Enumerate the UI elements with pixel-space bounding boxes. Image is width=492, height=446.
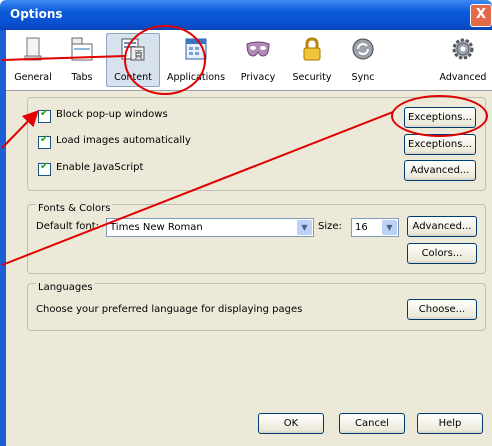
arrow-to-exceptions [1, 111, 394, 266]
arrow-to-content-tab [1, 55, 126, 61]
options-window: Options X General Tabs 頁 Content Applica… [0, 0, 492, 446]
annotation-arrows [1, 55, 394, 266]
arrow-to-block-popups [1, 110, 39, 149]
